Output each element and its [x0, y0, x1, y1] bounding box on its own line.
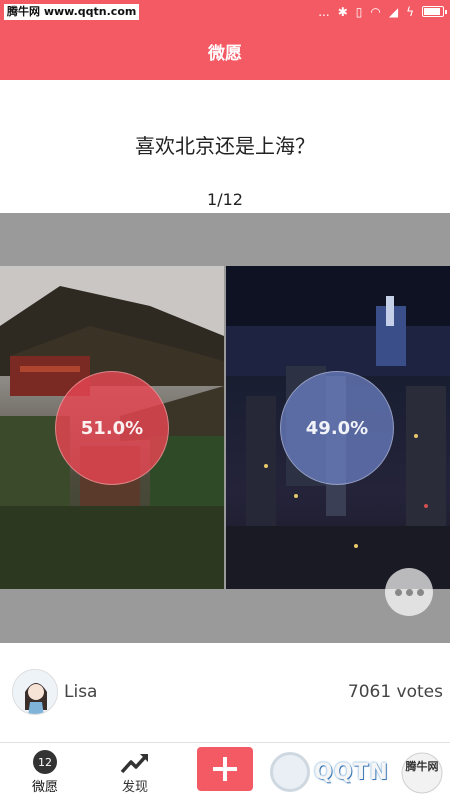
battery-icon — [422, 6, 447, 17]
app-screen: 腾牛网 www.qqtn.com ... ✱ ▯ ◠ ◢ ϟ 微愿 喜欢北京还是… — [0, 0, 450, 800]
percent-label-left: 51.0% — [80, 417, 144, 439]
watermark-badge-text: 腾牛网 — [405, 760, 439, 773]
nav-label-wish: 微愿 — [31, 780, 58, 795]
compare-panel: 51.0% 49.0% — [0, 213, 450, 643]
watermark-logo-text: QQTN — [314, 759, 389, 785]
nav-label-discover: 发现 — [121, 780, 148, 795]
vibrate-icon: ▯ — [355, 4, 363, 19]
wish-count-badge: 12 — [33, 750, 57, 774]
bluetooth-icon: ✱ — [337, 4, 348, 19]
question-text: 喜欢北京还是上海？ — [135, 134, 315, 158]
qqtn-watermark-logo: QQTN — [270, 747, 400, 797]
question-counter: 1/12 — [207, 190, 243, 209]
percent-label-right: 49.0% — [305, 417, 369, 439]
avatar[interactable] — [12, 669, 58, 715]
vote-percent-left[interactable]: 51.0% — [55, 371, 169, 485]
title-bar: 微愿 — [0, 23, 450, 80]
wifi-icon: ◠ — [370, 4, 381, 19]
more-options-button[interactable] — [385, 568, 433, 616]
page-title: 微愿 — [208, 44, 242, 64]
author-name[interactable]: Lisa — [64, 682, 97, 702]
trending-icon — [120, 754, 148, 774]
dot-icon — [416, 588, 424, 596]
status-bar: 腾牛网 www.qqtn.com ... ✱ ▯ ◠ ◢ ϟ — [0, 0, 450, 23]
signal-dots: ... — [318, 4, 330, 19]
vote-count: 7061 votes — [347, 682, 443, 702]
watermark-circle-icon — [270, 752, 310, 792]
author-row: Lisa 7061 votes — [0, 643, 450, 743]
nav-tab-wish[interactable]: 12 微愿 — [5, 743, 85, 800]
dot-icon — [394, 588, 402, 596]
avatar-illustration — [13, 670, 57, 714]
charging-icon: ϟ — [406, 4, 414, 19]
option-left-beijing[interactable]: 51.0% — [0, 266, 224, 589]
add-wish-button[interactable] — [197, 747, 253, 791]
vote-percent-right[interactable]: 49.0% — [280, 371, 394, 485]
option-right-shanghai[interactable]: 49.0% — [226, 266, 450, 589]
battery-level — [424, 8, 440, 15]
dot-icon — [405, 588, 413, 596]
status-icons: ... ✱ ▯ ◠ ◢ ϟ — [318, 4, 447, 19]
nav-tab-discover[interactable]: 发现 — [95, 743, 175, 800]
site-watermark: 腾牛网 www.qqtn.com — [4, 3, 140, 20]
signal-icon: ◢ — [388, 4, 399, 19]
